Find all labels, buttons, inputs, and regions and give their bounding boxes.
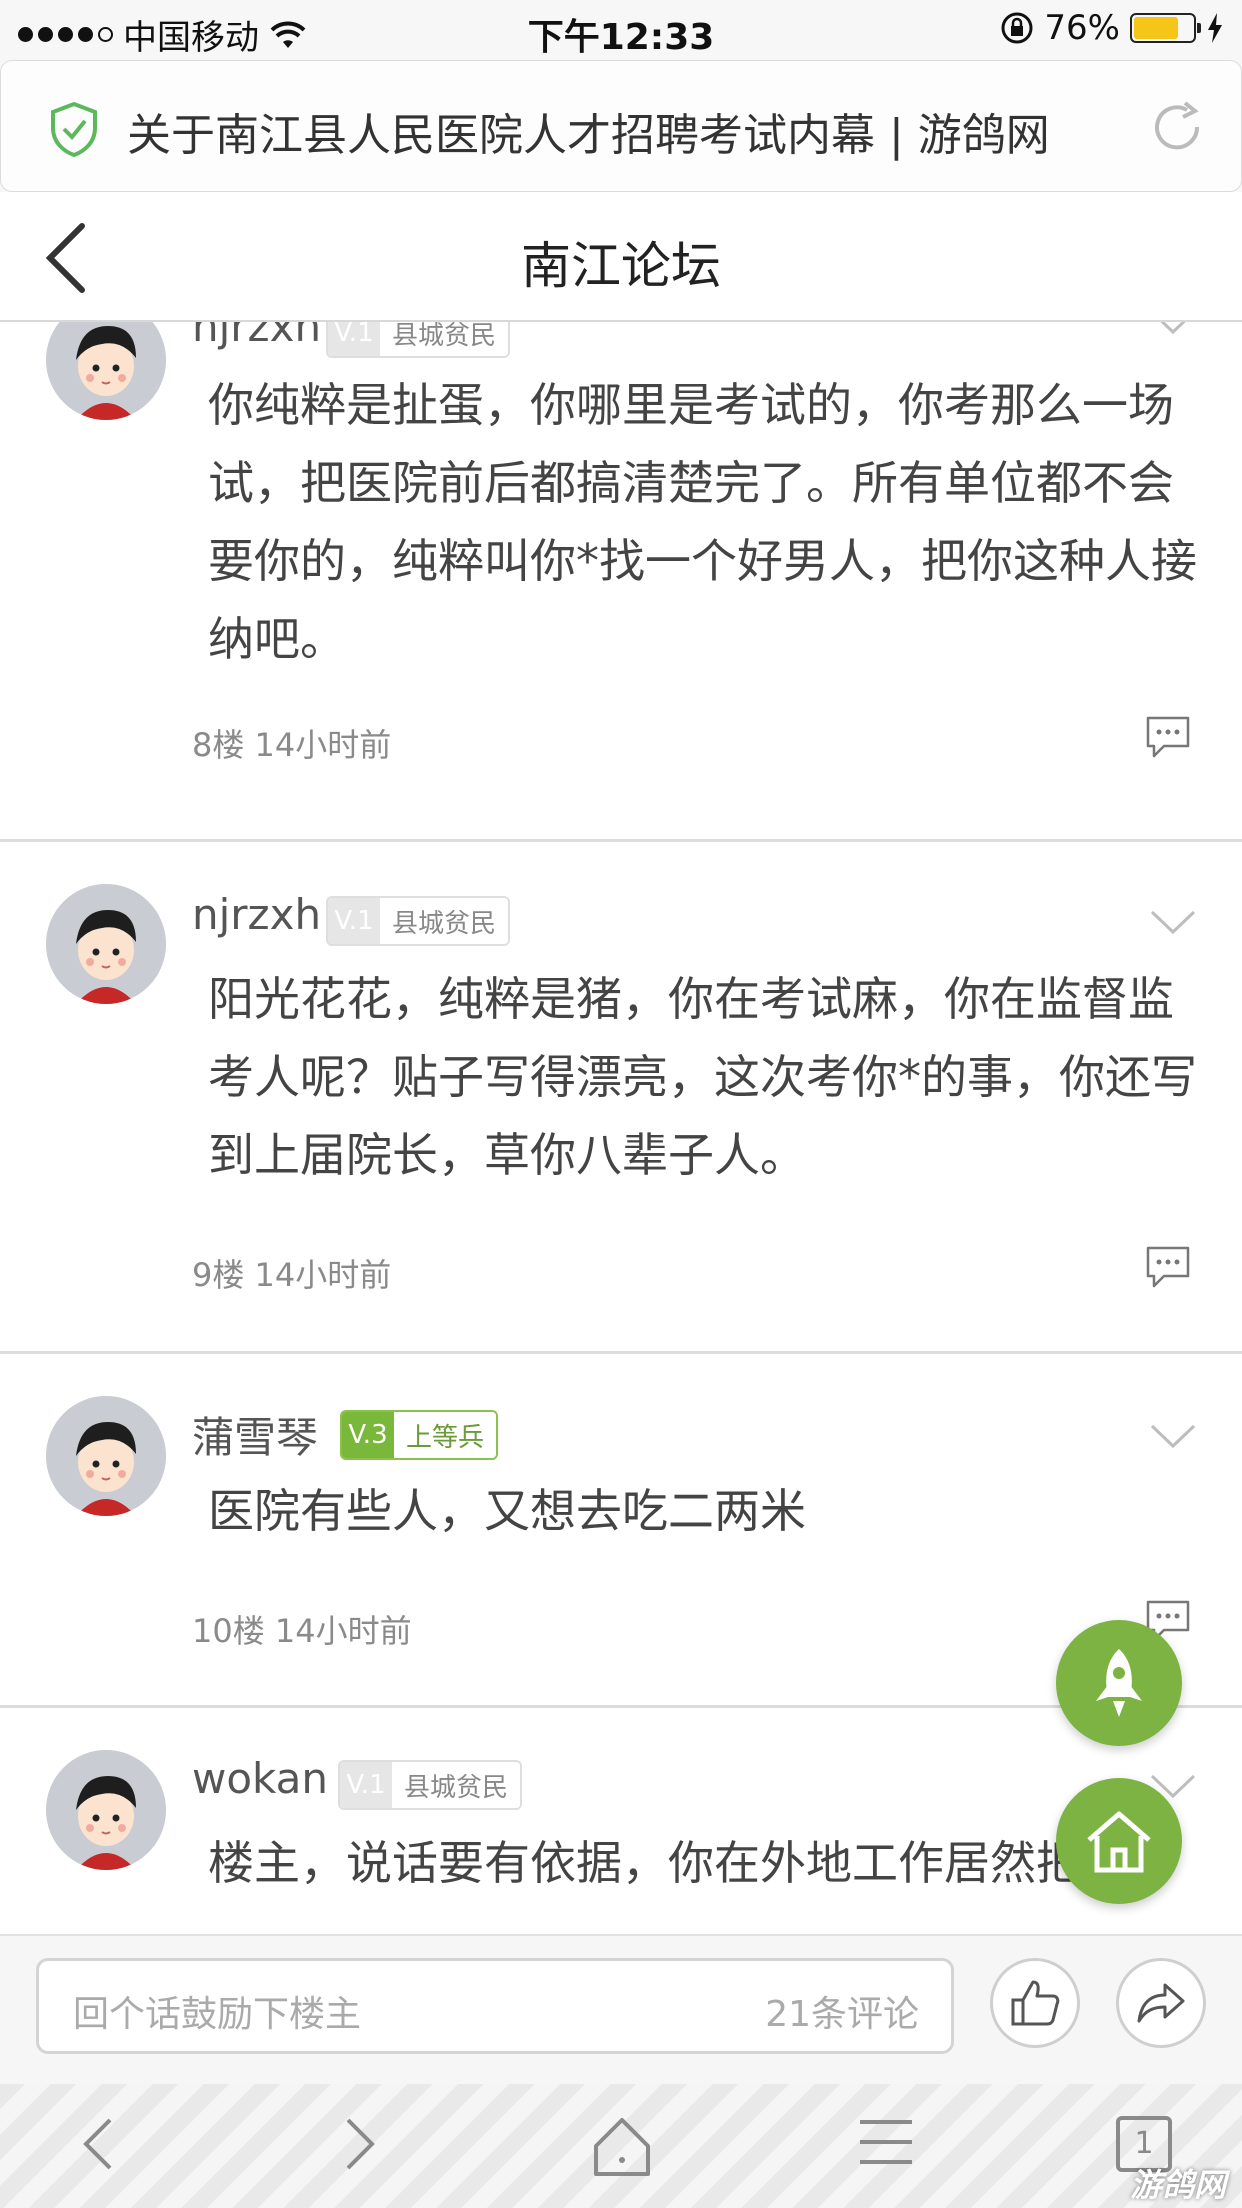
- user-level-badge: V.1 县城贫民: [326, 896, 511, 946]
- thumbs-up-icon: [1011, 1980, 1060, 2026]
- battery-icon: [1130, 13, 1201, 43]
- level-label: V.1: [340, 1762, 392, 1808]
- browser-home-icon[interactable]: [590, 2114, 654, 2178]
- browser-toolbar: 1: [0, 2084, 1242, 2208]
- level-label: V.1: [328, 322, 380, 356]
- comment-item: njrzxh V.1 县城贫民 你纯粹是扯蛋，你哪里是考试的，你考那么一场试，把…: [0, 322, 1242, 842]
- rocket-icon: [1096, 1649, 1142, 1717]
- battery-percent: 76%: [1044, 8, 1120, 48]
- level-label: V.1: [328, 898, 380, 944]
- reply-bubble-icon[interactable]: [1144, 1244, 1192, 1290]
- secure-shield-icon: [51, 101, 97, 157]
- comment-time: 14小时前: [254, 726, 392, 764]
- menu-icon[interactable]: [856, 2114, 916, 2170]
- comment-time: 14小时前: [274, 1612, 412, 1650]
- address-bar: 关于南江县人民医院人才招聘考试内幕 | 游鸽网: [0, 60, 1242, 192]
- tab-count: 1: [1134, 2126, 1154, 2161]
- status-right: 76%: [1000, 8, 1224, 48]
- floor-number: 10楼: [192, 1612, 265, 1650]
- comment-username[interactable]: 蒲雪琴: [192, 1404, 318, 1465]
- avatar[interactable]: [46, 884, 166, 1004]
- avatar[interactable]: [46, 322, 166, 420]
- avatar[interactable]: [46, 1396, 166, 1516]
- home-button[interactable]: [1056, 1778, 1182, 1904]
- reply-input[interactable]: 回个话鼓励下楼主 21条评论: [36, 1958, 954, 2054]
- chevron-down-icon[interactable]: [1150, 322, 1196, 336]
- reply-bubble-icon[interactable]: [1144, 714, 1192, 760]
- user-level-badge: V.3 上等兵: [340, 1410, 499, 1460]
- user-level-badge: V.1 县城贫民: [338, 1760, 523, 1810]
- status-bar: 中国移动 下午12:33 76%: [0, 0, 1242, 60]
- comment-item: wokan V.1 县城贫民 楼主，说话要有依据，你在外地工作居然把医: [0, 1708, 1242, 1934]
- browser-back-icon[interactable]: [78, 2114, 118, 2174]
- comment-bar: 回个话鼓励下楼主 21条评论: [0, 1934, 1242, 2084]
- floor-number: 8楼: [192, 726, 245, 764]
- share-arrow-icon: [1137, 1983, 1185, 2023]
- comment-body: 阳光花花，纯粹是猪，你在考试麻，你在监督监考人呢？贴子写得漂亮，这次考你*的事，…: [208, 972, 1197, 1182]
- comment-body: 医院有些人，又想去吃二两米: [208, 1484, 806, 1538]
- rank-label: 上等兵: [394, 1412, 497, 1458]
- share-button[interactable]: [1116, 1958, 1206, 2048]
- comment-meta: 10楼 14小时前: [192, 1606, 412, 1652]
- refresh-icon[interactable]: [1147, 97, 1207, 157]
- comment-count[interactable]: 21条评论: [765, 1985, 919, 2037]
- floor-number: 9楼: [192, 1256, 245, 1294]
- comment-body: 你纯粹是扯蛋，你哪里是考试的，你考那么一场试，把医院前后都搞清楚完了。所有单位都…: [208, 378, 1197, 666]
- user-level-badge: V.1 县城贫民: [326, 322, 511, 358]
- rank-label: 县城贫民: [380, 322, 509, 356]
- rank-label: 县城贫民: [392, 1762, 521, 1808]
- comment-username[interactable]: njrzxh: [192, 890, 321, 939]
- rank-label: 县城贫民: [380, 898, 509, 944]
- page-title-url: 关于南江县人民医院人才招聘考试内幕 | 游鸽网: [127, 110, 1050, 161]
- avatar[interactable]: [46, 1750, 166, 1870]
- rocket-top-button[interactable]: [1056, 1620, 1182, 1746]
- comment-item: 蒲雪琴 V.3 上等兵 医院有些人，又想去吃二两米 10楼 14小时前: [0, 1354, 1242, 1708]
- comment-time: 14小时前: [254, 1256, 392, 1294]
- comment-username[interactable]: njrzxh: [192, 322, 321, 351]
- comment-username[interactable]: wokan: [192, 1754, 328, 1803]
- reply-placeholder: 回个话鼓励下楼主: [73, 1994, 362, 2035]
- url-field[interactable]: 关于南江县人民医院人才招聘考试内幕 | 游鸽网: [0, 60, 1242, 192]
- browser-forward-icon[interactable]: [340, 2114, 380, 2174]
- comment-meta: 8楼 14小时前: [192, 720, 391, 766]
- comment-item: njrzxh V.1 县城贫民 阳光花花，纯粹是猪，你在考试麻，你在监督监考人呢…: [0, 842, 1242, 1354]
- charging-bolt-icon: [1208, 13, 1222, 43]
- level-label: V.3: [342, 1412, 394, 1458]
- page-title: 南江论坛: [521, 237, 721, 295]
- nav-header: 南江论坛: [0, 192, 1242, 322]
- home-icon: [1087, 1811, 1151, 1873]
- comment-meta: 9楼 14小时前: [192, 1250, 391, 1296]
- watermark-logo: 游鸽网: [1129, 2166, 1226, 2204]
- chevron-down-icon[interactable]: [1150, 910, 1196, 936]
- chevron-down-icon[interactable]: [1150, 1424, 1196, 1450]
- rotation-lock-icon: [1001, 12, 1033, 44]
- like-button[interactable]: [990, 1958, 1080, 2048]
